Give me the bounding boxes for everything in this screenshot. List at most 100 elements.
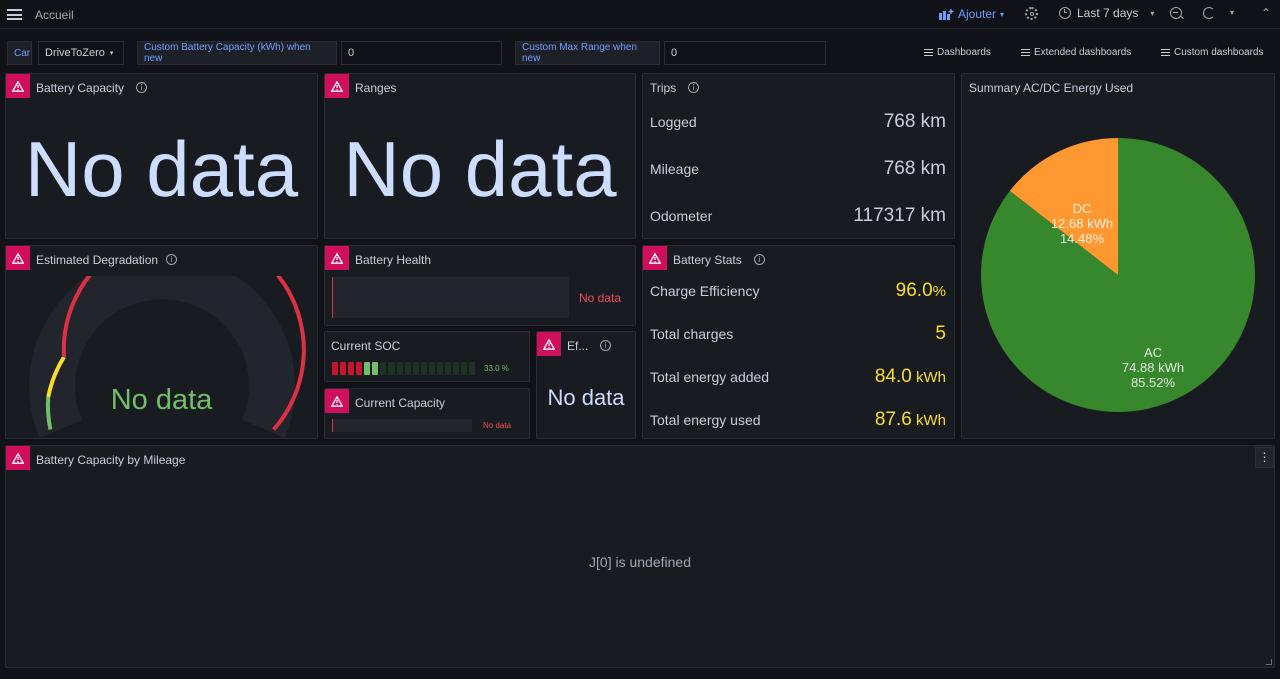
- capacity-bar-track: [332, 419, 472, 432]
- estimated-degradation-panel: Estimated Degradation i No data: [5, 245, 318, 439]
- trip-stat-label: Odometer: [650, 208, 713, 224]
- refresh-icon[interactable]: [1203, 7, 1215, 19]
- battery-stat-value: 5: [935, 323, 946, 345]
- battery-stat-label: Total energy added: [650, 369, 770, 385]
- range-variable-label: Custom Max Range when new: [515, 41, 660, 65]
- capacity-no-data-text: No data: [483, 421, 512, 430]
- pie-chart: DC 12.68 kWh 14.48% AC 74.88 kWh 85.52%: [981, 138, 1255, 412]
- battery-stat-number: 84.0: [874, 366, 912, 387]
- top-bar: Accueil Ajouter ▾ Last 7 days ▾ ▾ ⌃: [0, 0, 1280, 29]
- battery-stat-label: Charge Efficiency: [650, 283, 760, 299]
- panel-title[interactable]: Current Capacity: [355, 396, 445, 410]
- panel-title[interactable]: Battery Capacity: [36, 81, 124, 95]
- range-input[interactable]: 0: [664, 41, 826, 65]
- info-icon[interactable]: i: [688, 82, 699, 93]
- warning-icon[interactable]: [643, 246, 667, 270]
- panel-title[interactable]: Trips: [650, 81, 676, 95]
- panel-title[interactable]: Battery Capacity by Mileage: [36, 453, 185, 467]
- info-icon[interactable]: i: [754, 254, 765, 265]
- custom-dashboards-link[interactable]: Custom dashboards: [1161, 47, 1264, 58]
- soc-bar-segment: [436, 362, 443, 375]
- trip-stat-value: 117317 km: [853, 205, 946, 226]
- panel-menu-icon[interactable]: ⋮: [1255, 447, 1274, 468]
- warning-icon[interactable]: [537, 332, 561, 356]
- dashboards-link[interactable]: Dashboards: [924, 47, 991, 58]
- soc-bar-segment: [332, 362, 339, 375]
- warning-icon[interactable]: [6, 446, 30, 470]
- efficiency-no-data-text: No data: [547, 385, 625, 410]
- efficiency-panel: Ef... i No data: [536, 331, 636, 439]
- time-range-picker[interactable]: Last 7 days ▾: [1059, 6, 1154, 20]
- clock-icon: [1059, 7, 1071, 19]
- zoom-out-icon[interactable]: [1170, 7, 1184, 20]
- panel-title[interactable]: Ranges: [355, 81, 396, 95]
- battery-capacity-panel: Battery Capacity i No data: [5, 73, 318, 239]
- extended-dashboards-link-label: Extended dashboards: [1034, 47, 1132, 58]
- soc-bar-segment: [420, 362, 427, 375]
- panel-title[interactable]: Battery Health: [355, 253, 431, 267]
- soc-bar-segment: [340, 362, 347, 375]
- soc-value: 33.0 %: [484, 364, 509, 373]
- panel-title[interactable]: Ef...: [567, 339, 588, 353]
- info-icon[interactable]: i: [136, 82, 147, 93]
- soc-bar-segment: [404, 362, 411, 375]
- add-button[interactable]: Ajouter ▾: [939, 7, 1004, 21]
- warning-icon[interactable]: [6, 246, 30, 270]
- soc-bar-segment: [469, 362, 476, 375]
- soc-bar-segment: [444, 362, 451, 375]
- chevron-down-icon[interactable]: ▾: [1230, 8, 1234, 17]
- health-no-data-text: No data: [579, 291, 622, 305]
- panel-title[interactable]: Current SOC: [331, 339, 400, 353]
- soc-bar-segment: [452, 362, 459, 375]
- soc-bar-segment: [372, 362, 379, 375]
- soc-bar-segment: [428, 362, 435, 375]
- battery-stat-value: 87.6 kWh: [875, 409, 946, 431]
- soc-bar-segment: [356, 362, 363, 375]
- warning-icon[interactable]: [325, 246, 349, 270]
- trip-stat-value: 768 km: [883, 111, 946, 132]
- battery-stat-number: 96.0: [895, 280, 933, 301]
- chevron-down-icon: ▾: [1000, 9, 1005, 19]
- battery-stat-unit: kWh: [911, 412, 946, 429]
- warning-icon[interactable]: [6, 74, 30, 98]
- capacity-input[interactable]: 0: [341, 41, 502, 65]
- menu-icon[interactable]: [7, 9, 22, 20]
- battery-stat-number: 87.6: [874, 409, 912, 430]
- panel-title[interactable]: Battery Stats: [673, 253, 742, 267]
- car-select-value: DriveToZero: [45, 47, 105, 59]
- battery-stat-unit: kWh: [911, 369, 946, 386]
- car-select[interactable]: DriveToZero ▾: [38, 41, 124, 65]
- gear-icon[interactable]: [1025, 7, 1038, 20]
- resize-handle-icon[interactable]: [1266, 659, 1272, 665]
- battery-stat-value: 96.0%: [896, 280, 946, 302]
- pie-label-dc-name: DC: [1073, 201, 1092, 216]
- pie-label-dc-kwh: 12.68 kWh: [1051, 216, 1113, 231]
- pie-label-dc-percent: 14.48%: [1060, 231, 1105, 246]
- info-icon[interactable]: i: [166, 254, 177, 265]
- warning-icon[interactable]: [325, 74, 349, 98]
- dashboards-link-label: Dashboards: [937, 47, 991, 58]
- capacity-by-mileage-panel: Battery Capacity by Mileage ⋮ J[0] is un…: [5, 445, 1275, 668]
- summary-energy-panel: Summary AC/DC Energy Used DC 12.68 kWh 1…: [961, 73, 1275, 439]
- trip-stat-value: 768 km: [883, 158, 946, 179]
- no-data-text: No data: [24, 125, 299, 213]
- pie-label-ac-percent: 85.52%: [1131, 375, 1176, 390]
- list-icon: [1161, 49, 1170, 56]
- panel-title[interactable]: Summary AC/DC Energy Used: [969, 81, 1133, 95]
- extended-dashboards-link[interactable]: Extended dashboards: [1021, 47, 1131, 58]
- ranges-panel: Ranges No data: [324, 73, 636, 239]
- custom-dashboards-link-label: Custom dashboards: [1174, 47, 1264, 58]
- soc-bar-segment: [364, 362, 371, 375]
- warning-icon[interactable]: [325, 389, 349, 413]
- battery-health-panel: Battery Health No data: [324, 245, 636, 326]
- soc-bar-gauge: [332, 362, 476, 375]
- panel-title[interactable]: Estimated Degradation: [36, 253, 158, 267]
- battery-stats-panel: Battery Stats i Charge Efficiency 96.0% …: [642, 245, 955, 439]
- breadcrumb[interactable]: Accueil: [35, 8, 74, 22]
- battery-stat-value: 84.0 kWh: [875, 366, 946, 388]
- info-icon[interactable]: i: [600, 340, 611, 351]
- soc-bar-segment: [396, 362, 403, 375]
- battery-stat-unit: %: [932, 283, 946, 300]
- trip-stat-label: Mileage: [650, 161, 700, 177]
- collapse-icon[interactable]: ⌃: [1261, 6, 1271, 20]
